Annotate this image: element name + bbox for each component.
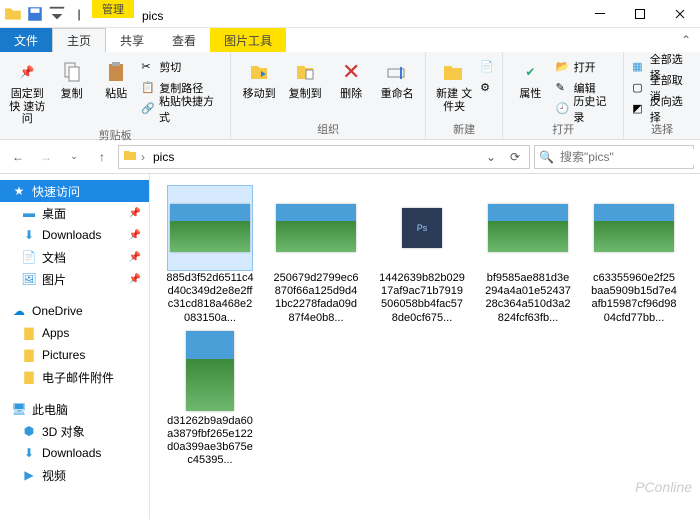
search-input[interactable] [558,149,700,165]
file-list[interactable]: 885d3f52d6511c4d40c349d2e8e2ffc31cd818a4… [150,174,700,519]
new-item-button[interactable]: 📄 [478,58,496,76]
paste-shortcut-button[interactable]: 🔗粘贴快捷方式 [139,100,224,118]
save-icon[interactable] [26,5,44,23]
search-box[interactable]: 🔍 [534,145,694,169]
sidebar-item-documents[interactable]: 📄文档📌 [0,246,149,268]
tab-home[interactable]: 主页 [52,28,106,52]
recent-dropdown[interactable]: ⌄ [62,145,86,169]
copy-to-button[interactable]: 复制到 [283,54,327,101]
tab-file[interactable]: 文件 [0,28,52,52]
refresh-button[interactable]: ⟳ [505,150,525,164]
group-label-select: 选择 [630,120,694,139]
sidebar-item-quick-access[interactable]: ★快速访问 [0,180,149,202]
watermark: PConline [635,479,692,495]
easy-access-button[interactable]: ⚙ [478,79,496,97]
pin-icon: 📌 [129,252,141,263]
window-title: pics [134,5,171,27]
download-icon: ⬇ [22,228,36,242]
sidebar-item-apps[interactable]: ▇Apps [0,322,149,344]
sidebar-item-onedrive[interactable]: ☁OneDrive [0,300,149,322]
sidebar-item-downloads[interactable]: ⬇Downloads📌 [0,224,149,246]
file-name: 1442639b82b02917af9ac71b7919506058bb4fac… [378,272,466,325]
file-name: c63355960e2f25baa5909b15d7e4afb15987cf96… [590,272,678,325]
file-item[interactable]: d31262b9a9da60a3879fbf265e122d0a399ae3b6… [166,329,254,468]
close-button[interactable] [660,0,700,27]
pin-icon: 📌 [129,230,141,241]
sidebar-item-desktop[interactable]: ▬桌面📌 [0,202,149,224]
folder-icon: ▇ [22,326,36,340]
file-item[interactable]: c63355960e2f25baa5909b15d7e4afb15987cf96… [590,186,678,325]
download-icon: ⬇ [22,446,36,460]
tab-share[interactable]: 共享 [106,28,158,52]
invert-selection-button[interactable]: ◩反向选择 [630,100,694,118]
group-label-clipboard: 剪贴板 [6,126,224,145]
star-icon: ★ [12,184,26,198]
group-label-open: 打开 [509,120,617,139]
cube-icon: ⬢ [22,424,36,438]
divider-icon: | [70,5,88,23]
pc-icon: 🖥 [12,402,26,416]
folder-icon: ▇ [22,370,36,384]
delete-button[interactable]: ✕删除 [329,54,373,101]
rename-button[interactable]: 重命名 [375,54,419,101]
breadcrumb[interactable]: pics [149,150,178,164]
maximize-button[interactable] [620,0,660,27]
pin-icon: 📌 [129,274,141,285]
group-label-new: 新建 [432,120,496,139]
sidebar-item-pictures2[interactable]: ▇Pictures [0,344,149,366]
folder-icon [4,5,22,23]
qat-dropdown-icon[interactable] [48,5,66,23]
address-dropdown[interactable]: ⌄ [481,150,501,164]
sidebar-item-email[interactable]: ▇电子邮件附件 [0,366,149,388]
forward-button[interactable]: → [34,145,58,169]
properties-button[interactable]: ✔属性 [509,54,551,101]
file-item[interactable]: Ps1442639b82b02917af9ac71b7919506058bb4f… [378,186,466,325]
paste-button[interactable]: 粘贴 [95,54,137,101]
picture-icon: 🖼 [22,272,36,286]
copy-button[interactable]: 复制 [50,54,92,101]
file-name: bf9585ae881d3e294a4a01e5243728c364a510d3… [484,272,572,325]
minimize-button[interactable] [580,0,620,27]
pin-icon: 📌 [129,208,141,219]
pin-quick-access-button[interactable]: 📌固定到快 速访问 [6,54,48,126]
sidebar-item-this-pc[interactable]: 🖥此电脑 [0,398,149,420]
tab-picture-tools[interactable]: 图片工具 [210,28,286,52]
file-name: 250679d2799ec6870f66a125d9d41bc2278fada0… [272,272,360,325]
collapse-ribbon-button[interactable]: ⌃ [672,28,700,52]
back-button[interactable]: ← [6,145,30,169]
search-icon: 🔍 [539,150,554,164]
context-category: 管理 [92,0,134,18]
desktop-icon: ▬ [22,206,36,220]
history-button[interactable]: 🕘历史记录 [554,100,618,118]
address-bar[interactable]: › pics ⌄ ⟳ [118,145,530,169]
group-label-organize: 组织 [237,120,419,139]
sidebar-item-downloads2[interactable]: ⬇Downloads [0,442,149,464]
sidebar-item-pictures[interactable]: 🖼图片📌 [0,268,149,290]
file-item[interactable]: bf9585ae881d3e294a4a01e5243728c364a510d3… [484,186,572,325]
up-button[interactable]: ↑ [90,145,114,169]
document-icon: 📄 [22,250,36,264]
new-folder-button[interactable]: 新建 文件夹 [432,54,476,113]
folder-icon [123,148,137,165]
file-item[interactable]: 250679d2799ec6870f66a125d9d41bc2278fada0… [272,186,360,325]
file-item[interactable]: 885d3f52d6511c4d40c349d2e8e2ffc31cd818a4… [166,186,254,325]
file-name: d31262b9a9da60a3879fbf265e122d0a399ae3b6… [166,415,254,468]
cloud-icon: ☁ [12,304,26,318]
sidebar-item-videos[interactable]: ▶视频 [0,464,149,486]
move-to-button[interactable]: 移动到 [237,54,281,101]
navigation-pane: ★快速访问 ▬桌面📌 ⬇Downloads📌 📄文档📌 🖼图片📌 ☁OneDri… [0,174,150,519]
cut-button[interactable]: ✂剪切 [139,58,224,76]
sidebar-item-3d-objects[interactable]: ⬢3D 对象 [0,420,149,442]
file-name: 885d3f52d6511c4d40c349d2e8e2ffc31cd818a4… [166,272,254,325]
video-icon: ▶ [22,468,36,482]
tab-view[interactable]: 查看 [158,28,210,52]
open-button[interactable]: 📂打开 [554,58,618,76]
folder-icon: ▇ [22,348,36,362]
